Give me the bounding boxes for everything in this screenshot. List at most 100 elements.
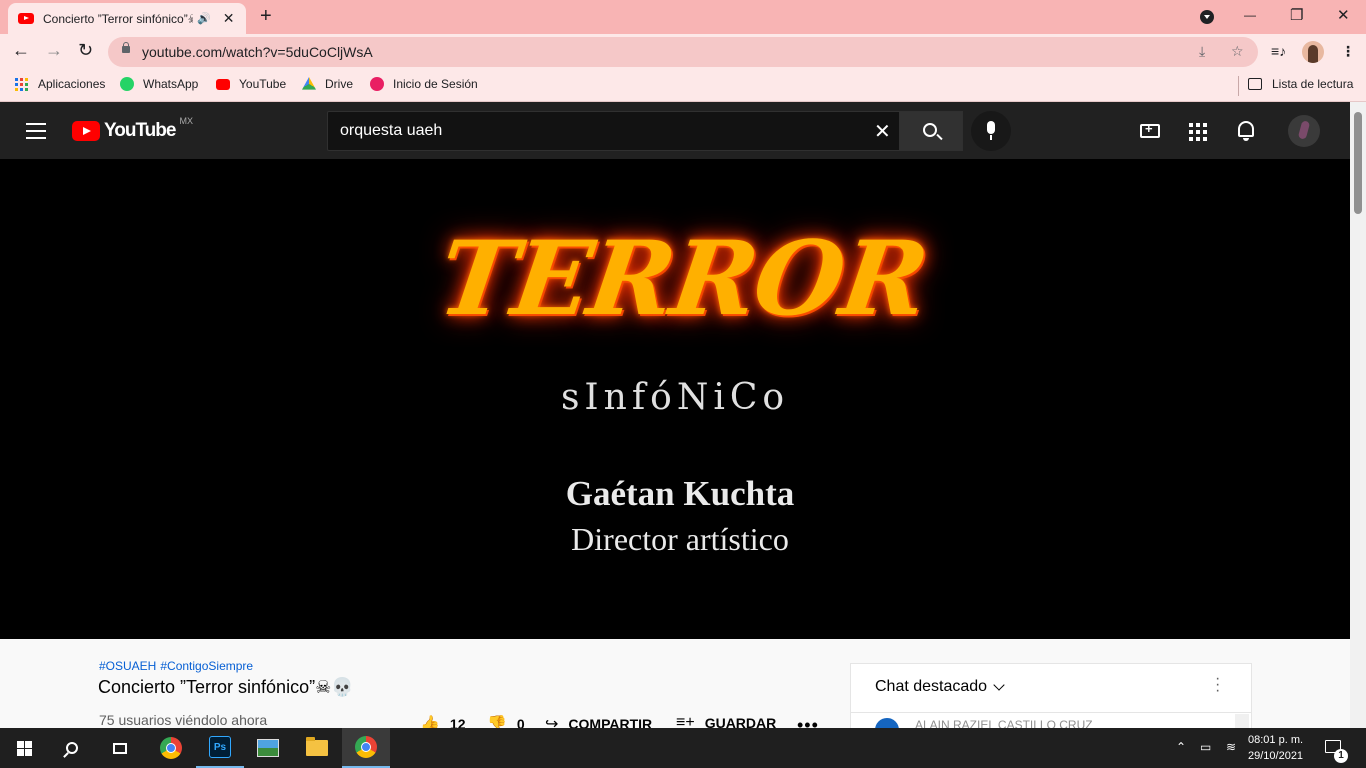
browser-tab-strip: Concierto ”Terror sinfónico”☠ 🔊 ✕ + — ❐ …: [0, 0, 1366, 34]
media-control-icon[interactable]: ≡♪: [1271, 43, 1286, 59]
director-name: Gaétan Kuchta: [565, 474, 795, 513]
chat-header-label: Chat destacado: [875, 678, 988, 695]
chrome-profile-avatar[interactable]: [1302, 41, 1324, 63]
voice-search-button[interactable]: [971, 111, 1011, 151]
task-view-icon: [113, 742, 127, 754]
reading-list-label: Lista de lectura: [1272, 77, 1354, 91]
taskbar-chrome-active[interactable]: [342, 728, 390, 768]
photos-icon: [257, 739, 279, 757]
bookmarks-separator: [1238, 76, 1239, 96]
search-icon: [66, 742, 78, 754]
live-viewer-count: 75 usuarios viéndolo ahora: [99, 712, 268, 728]
whatsapp-icon: [120, 77, 134, 91]
address-bar[interactable]: youtube.com/watch?v=5duCoCljWsA ⤓ ☆: [108, 37, 1258, 67]
bookmark-login[interactable]: Inicio de Sesión: [370, 77, 478, 91]
video-player[interactable]: TERROR sInfóNiCo Gaétan Kuchta Director …: [0, 159, 1350, 639]
bookmark-youtube[interactable]: YouTube: [216, 77, 286, 91]
speaker-icon[interactable]: 🔊: [197, 12, 211, 25]
bookmark-label: WhatsApp: [143, 77, 199, 91]
hashtag-list: #OSUAEH #ContigoSiempre: [99, 659, 257, 673]
chrome-menu-icon[interactable]: ⋮: [1341, 43, 1355, 60]
bookmark-apps[interactable]: Aplicaciones: [15, 77, 105, 91]
chat-mode-dropdown[interactable]: Chat destacado: [875, 678, 1005, 696]
browser-tab-active[interactable]: Concierto ”Terror sinfónico”☠ 🔊 ✕: [8, 3, 246, 34]
tab-search-icon[interactable]: [1200, 10, 1214, 24]
video-title-art: TERROR: [431, 219, 934, 339]
browser-toolbar: ← → ↻ youtube.com/watch?v=5duCoCljWsA ⤓ …: [0, 34, 1366, 70]
reading-list-icon: [1248, 78, 1262, 90]
microphone-icon: [987, 121, 995, 140]
youtube-masthead: YouTube MX ✕: [0, 102, 1350, 159]
account-avatar[interactable]: [1288, 115, 1320, 147]
windows-logo-icon: [16, 740, 32, 756]
search-input[interactable]: [328, 112, 858, 150]
tab-close-icon[interactable]: ✕: [223, 10, 235, 27]
tab-title: Concierto ”Terror sinfónico”☠: [43, 11, 193, 26]
scrollbar-thumb[interactable]: [1354, 112, 1362, 214]
photoshop-icon: Ps: [209, 736, 231, 758]
bookmark-drive[interactable]: Drive: [302, 77, 353, 91]
create-video-icon[interactable]: [1140, 121, 1160, 138]
back-arrow-icon[interactable]: ←: [12, 40, 30, 61]
hashtag-link[interactable]: #OSUAEH: [99, 659, 156, 673]
window-close-button[interactable]: ✕: [1337, 6, 1350, 24]
youtube-icon: [216, 78, 230, 90]
chevron-down-icon: [993, 679, 1005, 691]
youtube-wordmark: YouTube: [104, 120, 176, 141]
taskbar-chrome-pinned[interactable]: [147, 728, 195, 768]
system-clock[interactable]: 08:01 p. m. 29/10/2021: [1248, 732, 1303, 764]
country-code: MX: [179, 116, 193, 126]
live-chat-panel: Chat destacado · · · ALAIN RAZIEL CASTILLO…: [850, 663, 1252, 742]
chat-divider: [851, 712, 1251, 713]
search-box: ✕: [327, 111, 900, 151]
clock-date: 29/10/2021: [1248, 750, 1304, 762]
notification-count-badge: 1: [1334, 749, 1348, 763]
reading-list-button[interactable]: Lista de lectura: [1248, 77, 1353, 91]
bookmarks-bar: Aplicaciones WhatsApp YouTube Drive Inic…: [0, 70, 1366, 102]
taskbar-file-explorer[interactable]: [293, 728, 341, 768]
minimize-button[interactable]: —: [1244, 8, 1256, 22]
chrome-icon: [355, 736, 377, 758]
windows-taskbar: Ps ⌃ ▭ ≋ 08:01 p. m. 29/10/2021 1: [0, 728, 1366, 768]
search-icon: [923, 123, 937, 137]
forward-arrow-icon[interactable]: →: [45, 40, 63, 61]
battery-icon[interactable]: ▭: [1200, 740, 1211, 754]
video-subtitle-art: sInfóNiCo: [560, 377, 790, 418]
new-tab-button[interactable]: +: [260, 5, 272, 28]
search-button[interactable]: [899, 111, 963, 151]
youtube-logo[interactable]: YouTube MX: [72, 116, 193, 142]
taskbar-photoshop[interactable]: Ps: [196, 728, 244, 768]
task-view-button[interactable]: [96, 728, 144, 768]
youtube-favicon-icon: [18, 13, 34, 24]
clock-time: 08:01 p. m.: [1248, 734, 1304, 746]
bookmark-label: YouTube: [239, 77, 287, 91]
tray-overflow-chevron-icon[interactable]: ⌃: [1176, 740, 1186, 754]
notifications-bell-icon[interactable]: [1238, 121, 1254, 141]
bookmark-label: Inicio de Sesión: [393, 77, 478, 91]
start-button[interactable]: [0, 728, 48, 768]
page-scrollbar[interactable]: [1350, 102, 1366, 728]
guide-menu-icon[interactable]: [26, 123, 46, 139]
apps-grid-icon: [15, 77, 28, 91]
install-app-icon[interactable]: ⤓: [1199, 43, 1205, 60]
chat-menu-icon[interactable]: · · ·: [1215, 671, 1220, 699]
bookmark-star-icon[interactable]: ☆: [1231, 43, 1244, 60]
clear-search-icon[interactable]: ✕: [874, 119, 891, 144]
reload-icon[interactable]: ↻: [78, 40, 93, 61]
bookmark-label: Aplicaciones: [38, 77, 106, 91]
director-role: Director artístico: [571, 521, 789, 557]
wifi-icon[interactable]: ≋: [1226, 740, 1236, 754]
bookmark-whatsapp[interactable]: WhatsApp: [120, 77, 198, 91]
maximize-button[interactable]: ❐: [1290, 6, 1303, 24]
taskbar-photos[interactable]: [244, 728, 292, 768]
hashtag-link[interactable]: #ContigoSiempre: [160, 659, 253, 673]
lock-icon[interactable]: [122, 42, 130, 53]
taskbar-search-button[interactable]: [48, 728, 96, 768]
bookmark-label: Drive: [325, 77, 354, 91]
youtube-play-icon: [72, 121, 100, 141]
url-text: youtube.com/watch?v=5duCoCljWsA: [142, 44, 373, 60]
login-icon: [370, 77, 384, 91]
chrome-icon: [160, 737, 182, 759]
video-title: Concierto ”Terror sinfónico”☠💀: [98, 677, 354, 697]
youtube-apps-icon[interactable]: [1189, 123, 1207, 141]
